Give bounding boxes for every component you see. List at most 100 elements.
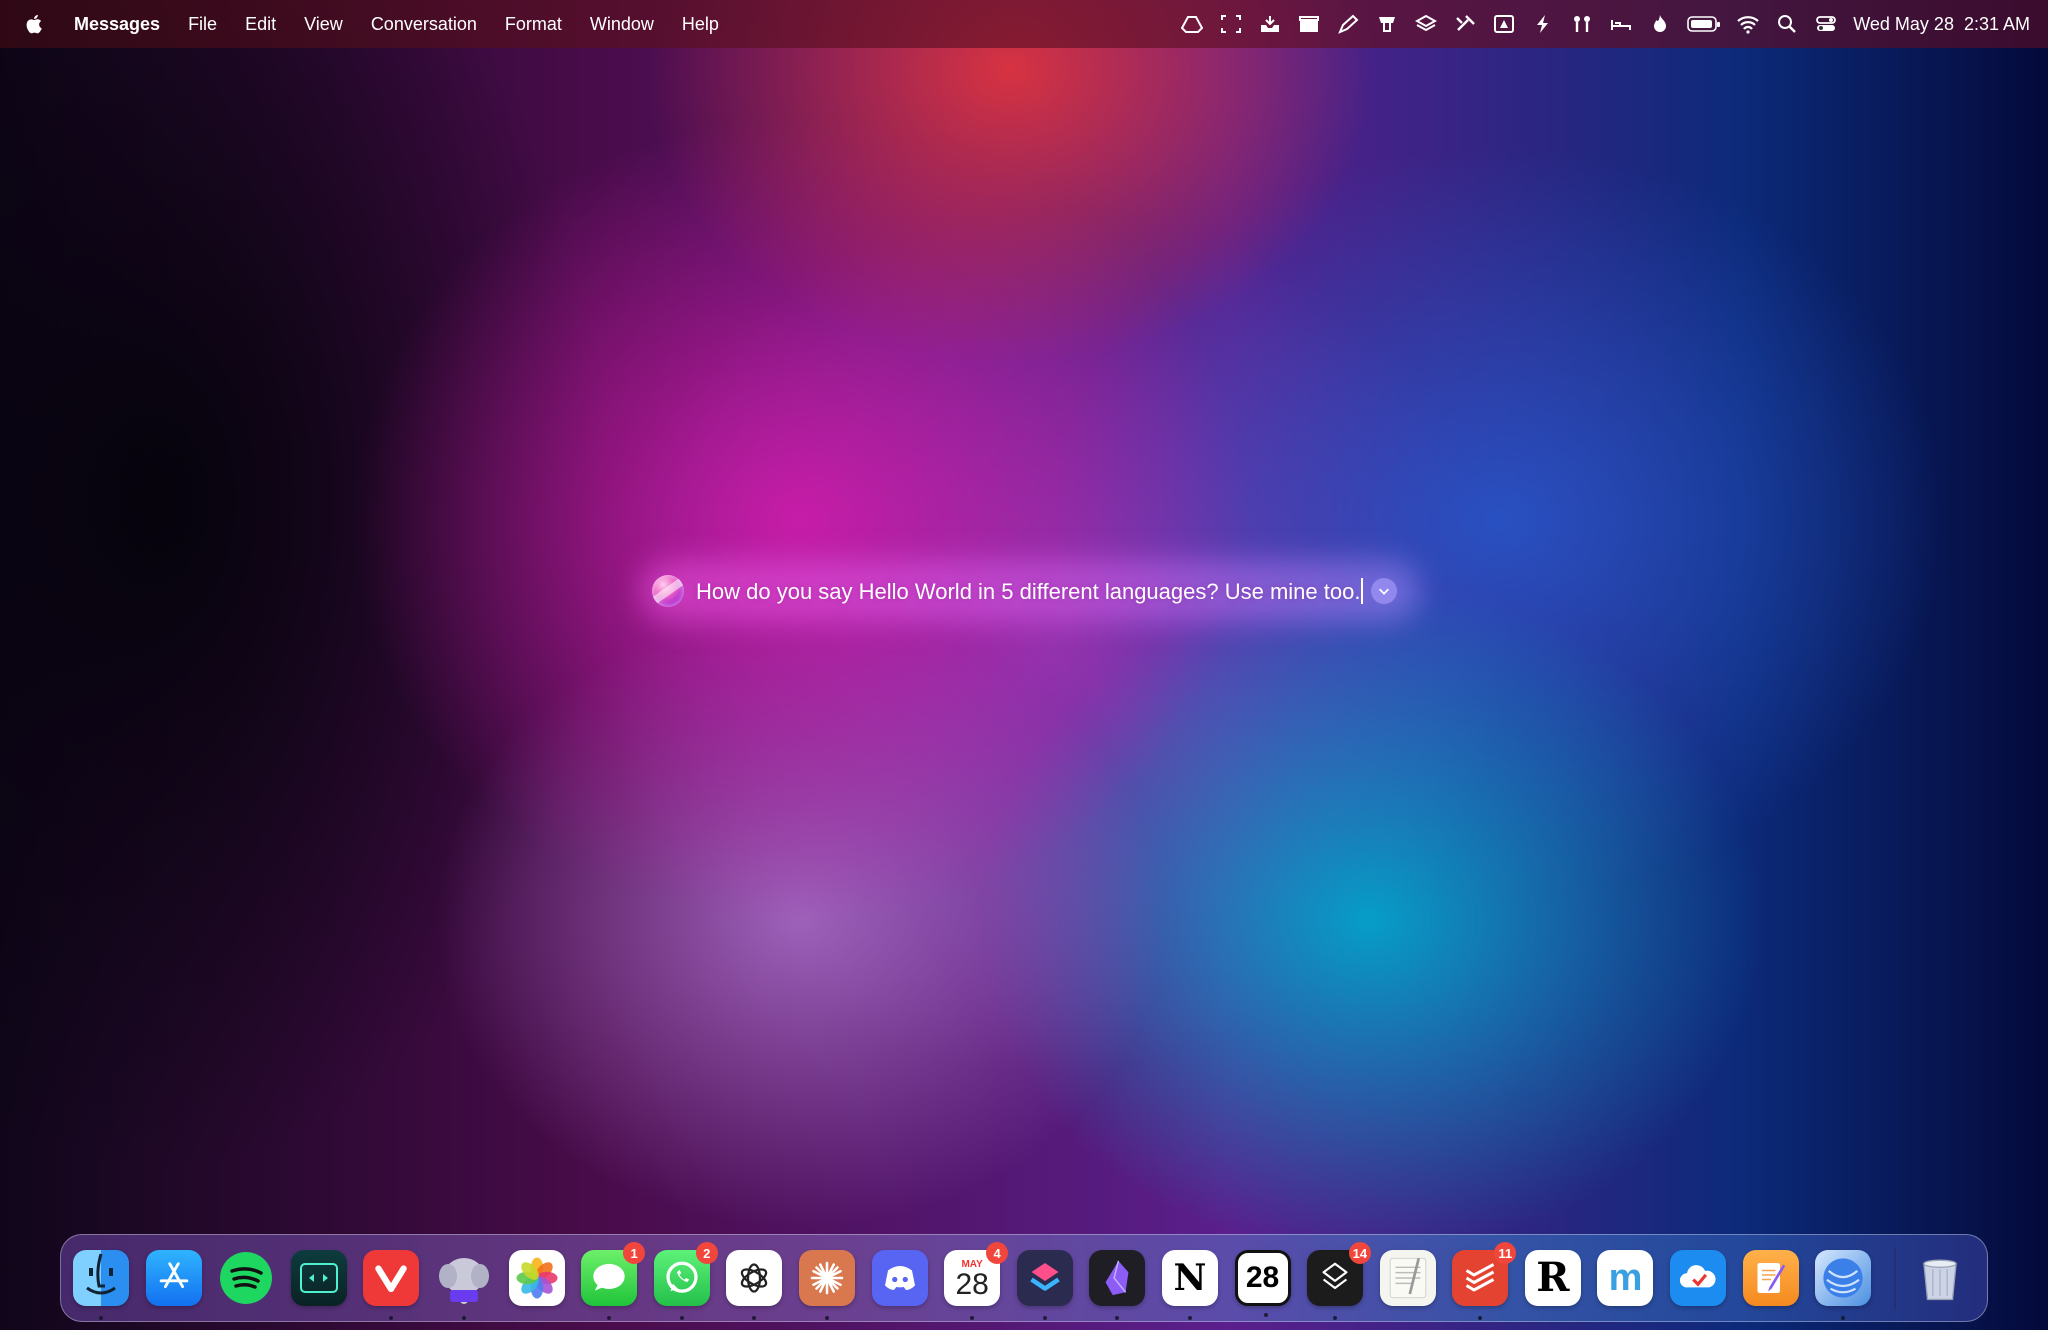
layers-icon[interactable] — [1413, 13, 1439, 35]
dock-separator — [1893, 1247, 1896, 1309]
dock-tableplus[interactable] — [436, 1250, 492, 1320]
drive-triangle-icon[interactable] — [1491, 13, 1517, 35]
calendar-day: 28 — [955, 1268, 989, 1301]
reeder-logo: R — [1536, 1254, 1570, 1301]
dock-fantastical[interactable]: 28 — [1234, 1250, 1291, 1317]
dock-obsidian[interactable] — [1089, 1250, 1146, 1320]
running-indicator — [824, 1316, 829, 1320]
dock-claude[interactable] — [798, 1250, 855, 1320]
clock-date: Wed May 28 — [1853, 13, 1954, 34]
siri-orb-icon — [652, 575, 684, 607]
chevron-down-icon — [1379, 588, 1390, 595]
menu-app-name[interactable]: Messages — [74, 14, 160, 35]
textedit-page-icon — [1389, 1257, 1426, 1299]
dock-mimestream[interactable]: m — [1597, 1250, 1654, 1306]
clock-time: 2:31 AM — [1963, 13, 2030, 34]
menu-left: Messages File Edit View Conversation For… — [22, 0, 747, 48]
siri-prompt-input[interactable]: How do you say Hello World in 5 differen… — [696, 577, 1364, 605]
menu-window[interactable]: Window — [590, 14, 654, 35]
battery-icon[interactable] — [1686, 13, 1722, 35]
vivaldi-icon — [375, 1265, 408, 1293]
dock-infuse[interactable] — [290, 1250, 347, 1306]
dock-wallpaper-app[interactable] — [1815, 1250, 1872, 1320]
notification-badge: 4 — [986, 1242, 1009, 1264]
menu-conversation[interactable]: Conversation — [371, 14, 477, 35]
dock-trash[interactable] — [1912, 1250, 1968, 1306]
cloud-icon — [1679, 1265, 1716, 1288]
spotlight-search-icon[interactable] — [1774, 13, 1800, 35]
dock-reeder[interactable]: R — [1524, 1250, 1581, 1306]
running-indicator — [970, 1316, 975, 1320]
media-player-icon — [299, 1263, 338, 1293]
siri-prompt[interactable]: How do you say Hello World in 5 differen… — [640, 560, 1420, 622]
photos-flower-icon — [516, 1257, 558, 1299]
dock-chatgpt[interactable] — [726, 1250, 783, 1320]
wifi-icon[interactable] — [1735, 13, 1761, 35]
dock: 1 2 MAY 28 4 N 28 14 11 R m — [60, 1234, 1988, 1322]
whatsapp-icon — [666, 1261, 698, 1293]
dock-calendar[interactable]: MAY 28 4 — [944, 1242, 1009, 1320]
dock-todoist[interactable]: 11 — [1452, 1242, 1517, 1320]
menu-format[interactable]: Format — [505, 14, 562, 35]
dock-app-store[interactable] — [145, 1250, 202, 1306]
fantastical-day: 28 — [1245, 1261, 1280, 1294]
menu-view[interactable]: View — [304, 14, 343, 35]
clapper-icon[interactable] — [1296, 13, 1322, 35]
menu-help[interactable]: Help — [682, 14, 719, 35]
dock-vivaldi[interactable] — [363, 1250, 420, 1320]
running-indicator — [1187, 1316, 1192, 1320]
running-indicator — [1478, 1316, 1483, 1320]
dock-shortcuts[interactable] — [1016, 1250, 1073, 1320]
dock-photos[interactable] — [508, 1250, 565, 1306]
dock-craft[interactable]: 14 — [1307, 1242, 1372, 1320]
menu-edit[interactable]: Edit — [245, 14, 276, 35]
pages-pen-icon — [1757, 1263, 1785, 1293]
menu-file[interactable]: File — [188, 14, 217, 35]
menu-extras: Wed May 28 2:31 AM — [1166, 0, 2030, 48]
notification-badge: 11 — [1494, 1242, 1517, 1264]
notification-badge: 1 — [623, 1242, 646, 1264]
control-center-icon[interactable] — [1813, 13, 1839, 35]
running-indicator — [99, 1316, 103, 1320]
screenshot-icon[interactable] — [1218, 13, 1244, 35]
flame-icon[interactable] — [1647, 13, 1673, 35]
dock-notion[interactable]: N — [1161, 1250, 1218, 1320]
trash-can-icon — [1923, 1259, 1957, 1301]
running-indicator — [389, 1316, 394, 1320]
openai-knot-icon — [741, 1263, 768, 1293]
tools-icon[interactable] — [1452, 13, 1478, 35]
notification-badge: 14 — [1348, 1242, 1372, 1264]
dock-whatsapp[interactable]: 2 — [653, 1242, 718, 1320]
dock-finder[interactable] — [73, 1250, 129, 1320]
app-store-icon — [159, 1262, 188, 1288]
dock-cloudmounter[interactable] — [1670, 1250, 1727, 1306]
notion-logo: N — [1173, 1257, 1207, 1299]
inbox-tray-icon[interactable] — [1257, 13, 1283, 35]
running-indicator — [1333, 1316, 1338, 1320]
apple-logo-icon[interactable] — [22, 11, 48, 37]
running-indicator — [607, 1316, 612, 1320]
notification-badge: 2 — [695, 1242, 718, 1264]
finder-face-icon — [86, 1253, 116, 1295]
dock-messages[interactable]: 1 — [581, 1242, 646, 1320]
google-drive-icon[interactable] — [1179, 13, 1205, 35]
bolt-icon[interactable] — [1530, 13, 1556, 35]
dock-spotify[interactable] — [218, 1250, 274, 1306]
dock-discord[interactable] — [871, 1250, 928, 1306]
menu-clock[interactable]: Wed May 28 2:31 AM — [1853, 14, 2030, 35]
siri-prompt-text: How do you say Hello World in 5 differen… — [696, 578, 1361, 604]
text-caret — [1361, 577, 1364, 604]
dock-pages[interactable] — [1742, 1250, 1799, 1306]
obsidian-crystal-icon — [1105, 1260, 1129, 1296]
shortcuts-icon — [1029, 1263, 1060, 1291]
elephant-icon — [438, 1258, 489, 1304]
bed-icon[interactable] — [1608, 13, 1634, 35]
running-indicator — [752, 1316, 757, 1320]
airpods-icon[interactable] — [1569, 13, 1595, 35]
spotify-icon — [220, 1252, 273, 1304]
running-indicator — [1042, 1316, 1047, 1320]
globe-sphere-icon — [1823, 1258, 1863, 1298]
pen-icon[interactable] — [1335, 13, 1361, 35]
dock-textedit[interactable] — [1379, 1250, 1436, 1306]
popcorn-icon[interactable] — [1374, 13, 1400, 35]
